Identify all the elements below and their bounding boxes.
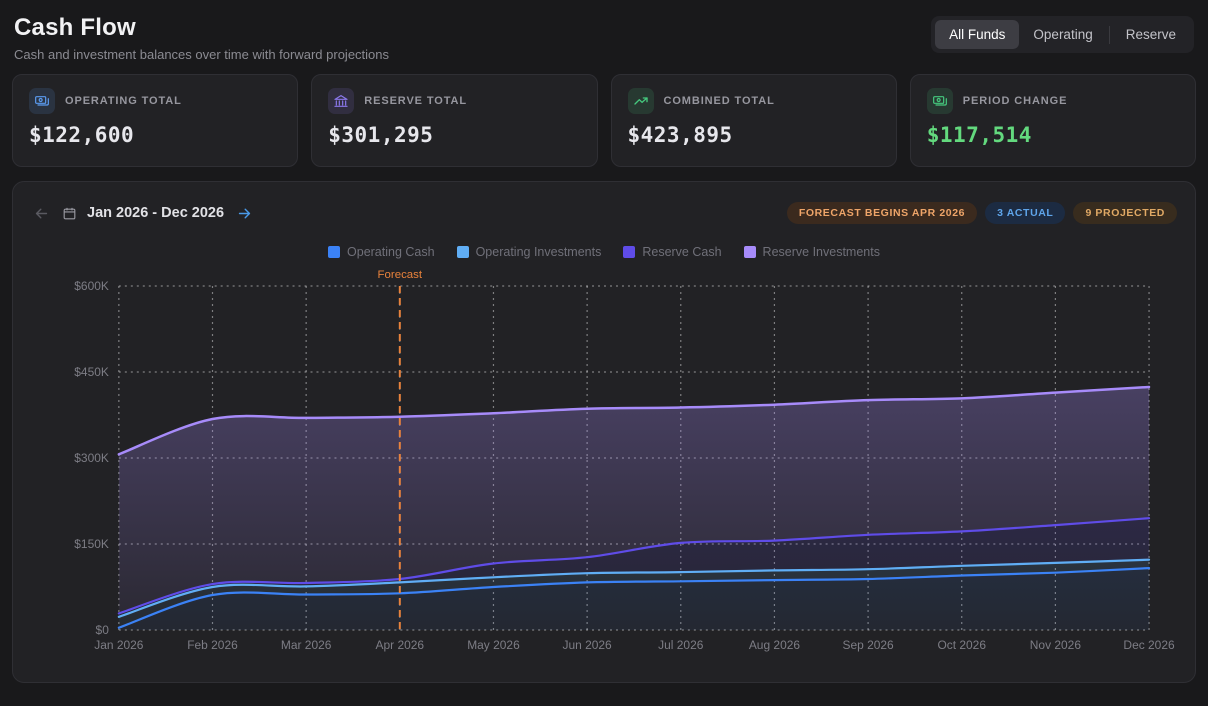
- arrow-left-icon: [33, 205, 50, 222]
- stat-card-reserve-total: RESERVE TOTAL $301,295: [311, 74, 597, 167]
- forecast-label: Forecast: [378, 269, 423, 281]
- previous-period-button[interactable]: [31, 203, 52, 224]
- stat-label: COMBINED TOTAL: [664, 95, 775, 107]
- page-title: Cash Flow: [14, 14, 389, 42]
- x-axis-tick: Jul 2026: [658, 638, 704, 652]
- banknotes-icon: [927, 88, 953, 114]
- legend-item-reserve-investments[interactable]: Reserve Investments: [744, 244, 880, 260]
- stat-card-operating-total: OPERATING TOTAL $122,600: [12, 74, 298, 167]
- cash-flow-chart-panel: Jan 2026 - Dec 2026 FORECAST BEGINS APR …: [12, 181, 1196, 683]
- banknotes-icon: [29, 88, 55, 114]
- chart-header: Jan 2026 - Dec 2026 FORECAST BEGINS APR …: [31, 198, 1177, 228]
- x-axis-tick: Aug 2026: [749, 638, 801, 652]
- x-axis-tick: Jan 2026: [94, 638, 144, 652]
- tab-operating[interactable]: Operating: [1019, 20, 1106, 49]
- legend-swatch: [457, 246, 469, 258]
- cash-flow-chart: Forecast $0 $150K $300K $450K $600K Jan 2026 Fe…: [31, 264, 1177, 660]
- x-axis-tick: Nov 2026: [1030, 638, 1082, 652]
- tab-all-funds[interactable]: All Funds: [935, 20, 1019, 49]
- cash-flow-page: Cash Flow Cash and investment balances o…: [0, 0, 1208, 695]
- legend-item-reserve-cash[interactable]: Reserve Cash: [623, 244, 721, 260]
- stat-value: $423,895: [628, 123, 880, 147]
- stat-label: RESERVE TOTAL: [364, 95, 467, 107]
- x-axis-tick: Sep 2026: [842, 638, 894, 652]
- stat-label: PERIOD CHANGE: [963, 95, 1068, 107]
- x-axis-tick: May 2026: [467, 638, 520, 652]
- date-range-nav: Jan 2026 - Dec 2026: [31, 203, 255, 224]
- fund-tabs: All FundsOperatingReserve: [931, 16, 1194, 53]
- x-axis-tick: Jun 2026: [563, 638, 613, 652]
- badge-3-actual: 3 ACTUAL: [985, 202, 1065, 224]
- legend-label: Reserve Cash: [642, 245, 721, 259]
- tab-divider: [1109, 26, 1110, 44]
- next-period-button[interactable]: [234, 203, 255, 224]
- legend-item-operating-cash[interactable]: Operating Cash: [328, 244, 435, 260]
- stat-value: $117,514: [927, 123, 1179, 147]
- x-axis-tick: Apr 2026: [376, 638, 425, 652]
- y-axis-tick: $450K: [74, 365, 109, 379]
- stat-value: $301,295: [328, 123, 580, 147]
- legend-label: Operating Investments: [476, 245, 602, 259]
- status-badges: FORECAST BEGINS APR 2026 3 ACTUAL 9 PROJEC…: [787, 202, 1177, 224]
- bank-icon: [328, 88, 354, 114]
- x-axis-tick: Mar 2026: [281, 638, 332, 652]
- legend-label: Reserve Investments: [763, 245, 880, 259]
- calendar-icon: [62, 206, 77, 221]
- stats-row: OPERATING TOTAL $122,600 RESERVE TOTAL $301…: [12, 74, 1196, 167]
- legend-swatch: [623, 246, 635, 258]
- stat-label: OPERATING TOTAL: [65, 95, 182, 107]
- tab-reserve[interactable]: Reserve: [1112, 20, 1190, 49]
- legend-item-operating-investments[interactable]: Operating Investments: [457, 244, 602, 260]
- legend-swatch: [328, 246, 340, 258]
- chart-legend: Operating Cash Operating Investments Reser…: [31, 244, 1177, 260]
- arrow-right-icon: [236, 205, 253, 222]
- y-axis-tick: $0: [96, 623, 110, 637]
- stat-card-period-change: PERIOD CHANGE $117,514: [910, 74, 1196, 167]
- legend-label: Operating Cash: [347, 245, 435, 259]
- x-axis-tick: Feb 2026: [187, 638, 238, 652]
- legend-swatch: [744, 246, 756, 258]
- y-axis-tick: $600K: [74, 279, 109, 293]
- y-axis-tick: $300K: [74, 451, 109, 465]
- stat-card-combined-total: COMBINED TOTAL $423,895: [611, 74, 897, 167]
- stat-value: $122,600: [29, 123, 281, 147]
- date-range-label: Jan 2026 - Dec 2026: [87, 205, 224, 221]
- title-block: Cash Flow Cash and investment balances o…: [14, 14, 389, 62]
- trending-up-icon: [628, 88, 654, 114]
- page-header: Cash Flow Cash and investment balances o…: [12, 14, 1196, 62]
- badge-forecast-begins-apr-2026: FORECAST BEGINS APR 2026: [787, 202, 977, 224]
- x-axis-tick: Dec 2026: [1123, 638, 1175, 652]
- x-axis-tick: Oct 2026: [937, 638, 986, 652]
- badge-9-projected: 9 PROJECTED: [1073, 202, 1177, 224]
- page-subtitle: Cash and investment balances over time w…: [14, 47, 389, 62]
- y-axis-tick: $150K: [74, 537, 109, 551]
